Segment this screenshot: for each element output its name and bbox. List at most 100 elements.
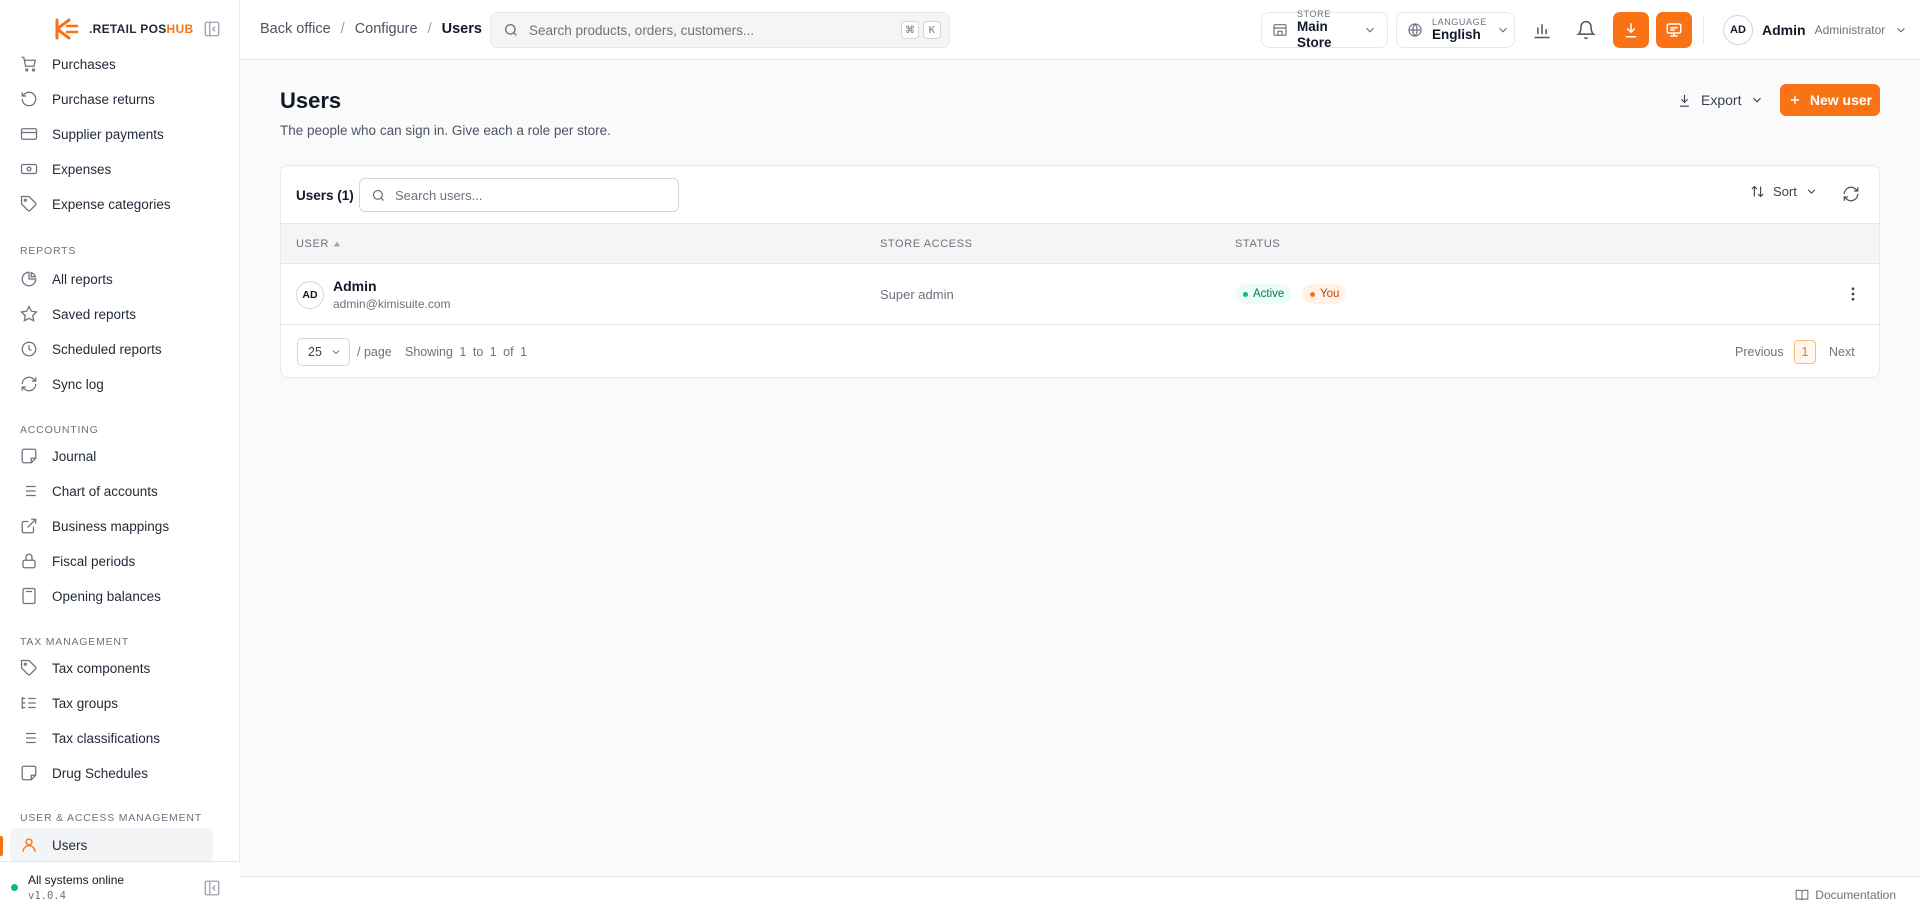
global-search-input[interactable] [529, 22, 891, 38]
sidebar-item-opening-balances[interactable]: Opening balances [10, 579, 213, 613]
sidebar-item-business-mappings[interactable]: Business mappings [10, 509, 213, 543]
download-button[interactable] [1613, 12, 1649, 48]
pie-chart-icon [20, 270, 38, 288]
banknote-icon [20, 160, 38, 178]
sidebar-item-journal[interactable]: Journal [10, 439, 213, 473]
breadcrumb-configure[interactable]: Configure [355, 21, 418, 37]
sidebar-item-label: Purchases [52, 56, 116, 72]
shortcut-hint: ⌘ K [901, 21, 941, 39]
tag-icon [20, 659, 38, 677]
per-page-select[interactable]: 25 [297, 338, 350, 366]
sidebar-item-label: Sync log [52, 376, 104, 392]
showing-count: Showing 1 to 1 of 1 [405, 345, 528, 359]
plus-icon [1788, 93, 1802, 107]
you-badge: You [1302, 284, 1347, 304]
sidebar-item-saved-reports[interactable]: Saved reports [10, 297, 213, 331]
user-name[interactable]: Admin [333, 278, 377, 294]
brand-logo[interactable]: .RETAIL POSHUB [55, 18, 193, 40]
sidebar-item-tax-components[interactable]: Tax components [10, 651, 213, 685]
brand-name: .RETAIL POSHUB [89, 22, 194, 36]
sticky-note-icon [20, 764, 38, 782]
sidebar-item-all-reports[interactable]: All reports [10, 262, 213, 296]
pos-terminal-icon [1665, 21, 1683, 39]
sidebar-item-users[interactable]: Users [10, 828, 213, 862]
kbd-k: K [923, 21, 941, 39]
kbd-cmd: ⌘ [901, 21, 919, 39]
bell-icon[interactable] [1576, 20, 1596, 40]
chevron-down-icon [1894, 23, 1908, 37]
sidebar-item-label: Business mappings [52, 518, 170, 534]
sidebar-item-purchases[interactable]: Purchases [10, 47, 213, 81]
lock-icon [20, 552, 38, 570]
pagination: 25 / page Showing 1 to 1 of 1 Previous 1… [281, 325, 1879, 377]
sidebar-item-label: Opening balances [52, 588, 161, 604]
sort-icon [1750, 184, 1765, 199]
book-icon [1795, 888, 1809, 902]
user-search-input[interactable] [395, 187, 678, 203]
user-name: Admin [1762, 22, 1806, 38]
clock-icon [20, 340, 38, 358]
sidebar-item-supplier-payments[interactable]: Supplier payments [10, 117, 213, 151]
sidebar-item-expenses[interactable]: Expenses [10, 152, 213, 186]
store-access: Super admin [880, 287, 954, 302]
sidebar-item-chart-of-accounts[interactable]: Chart of accounts [10, 474, 213, 508]
breadcrumb-current: Users [441, 21, 482, 37]
sidebar-item-sync-log[interactable]: Sync log [10, 367, 213, 401]
badge-label: You [1320, 288, 1340, 300]
sidebar-collapse-icon[interactable] [203, 20, 221, 38]
export-button[interactable]: Export [1671, 84, 1770, 116]
sidebar-item-label: Tax classifications [52, 730, 161, 746]
previous-page-button[interactable]: Previous [1735, 345, 1784, 359]
documentation-link[interactable]: Documentation [1795, 888, 1896, 902]
sidebar-item-purchase-returns[interactable]: Purchase returns [10, 82, 213, 116]
sidebar-item-tax-groups[interactable]: Tax groups [10, 686, 213, 720]
sidebar-item-tax-classifications[interactable]: Tax classifications [10, 721, 213, 755]
breadcrumb-back-office[interactable]: Back office [260, 21, 331, 37]
global-search[interactable]: ⌘ K [490, 12, 950, 48]
page-button-current[interactable]: 1 [1794, 340, 1816, 364]
column-header-store-access[interactable]: STORE ACCESS [880, 238, 973, 250]
star-icon [20, 305, 38, 323]
sidebar-item-scheduled-reports[interactable]: Scheduled reports [10, 332, 213, 366]
new-user-button[interactable]: New user [1780, 84, 1880, 116]
section-label-accounting: ACCOUNTING [20, 424, 99, 436]
sidebar-item-label: Supplier payments [52, 126, 164, 142]
sidebar-item-fiscal-periods[interactable]: Fiscal periods [10, 544, 213, 578]
language-selector[interactable]: LANGUAGE English [1396, 12, 1515, 48]
documentation-label: Documentation [1815, 888, 1896, 902]
section-label-tax: TAX MANAGEMENT [20, 636, 130, 648]
sidebar-collapse-icon[interactable] [203, 879, 221, 897]
search-icon [503, 22, 519, 38]
sidebar-item-label: Fiscal periods [52, 553, 136, 569]
table-row[interactable]: AD Admin admin@kimisuite.com Super admin… [281, 264, 1879, 325]
sidebar-item-expense-categories[interactable]: Expense categories [10, 187, 213, 221]
app-version: v1.0.4 [28, 890, 66, 902]
table-title: Users (1) [296, 188, 354, 203]
sidebar-item-label: Expenses [52, 161, 112, 177]
avatar: AD [296, 281, 324, 309]
user-search[interactable] [359, 178, 679, 212]
user-email: admin@kimisuite.com [333, 297, 451, 311]
column-header-user[interactable]: USER [296, 238, 341, 250]
page-subtitle: The people who can sign in. Give each a … [280, 123, 611, 138]
column-label: STATUS [1235, 238, 1281, 250]
page-title: Users [280, 88, 342, 113]
sidebar-item-drug-schedules[interactable]: Drug Schedules [10, 756, 213, 790]
store-selector[interactable]: STORE Main Store [1261, 9, 1388, 50]
chevron-down-icon [1363, 23, 1377, 37]
per-page-value: 25 [308, 345, 322, 359]
more-vertical-icon[interactable] [1844, 285, 1862, 303]
user-icon [20, 836, 38, 854]
avatar: AD [1723, 15, 1753, 45]
pos-terminal-button[interactable] [1656, 12, 1692, 48]
column-header-status[interactable]: STATUS [1235, 238, 1280, 250]
sidebar-item-label: Drug Schedules [52, 765, 149, 781]
sort-button[interactable]: Sort [1750, 184, 1818, 199]
sticky-note-icon [20, 447, 38, 465]
cart-icon [20, 55, 38, 73]
topbar: Back office / Configure / Users ⌘ K STOR… [240, 0, 1920, 60]
refresh-icon[interactable] [1842, 185, 1860, 203]
user-menu[interactable]: AD Admin Administrator [1723, 15, 1908, 45]
bar-chart-icon[interactable] [1532, 20, 1552, 40]
next-page-button[interactable]: Next [1829, 345, 1855, 359]
